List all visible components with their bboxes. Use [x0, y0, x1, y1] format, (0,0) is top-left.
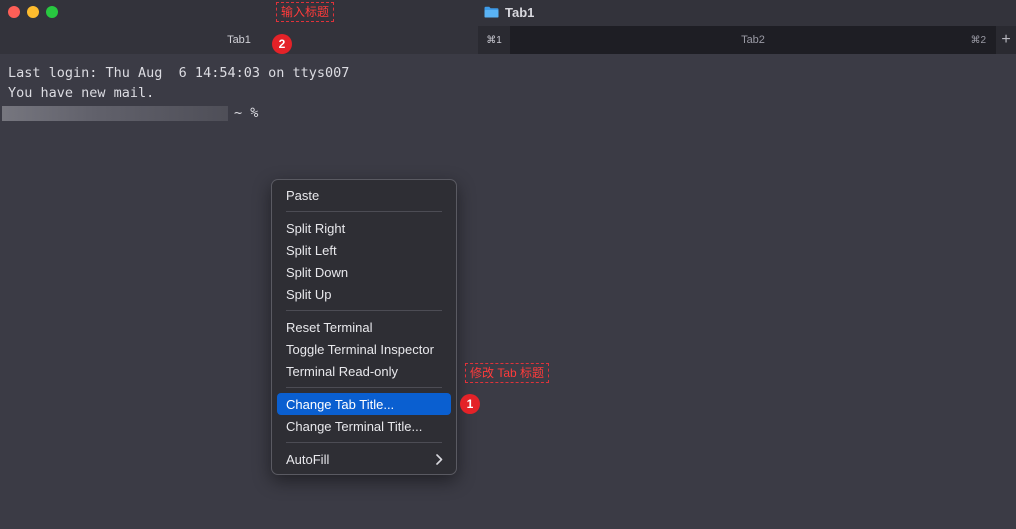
terminal-line: Last login: Thu Aug 6 14:54:03 on ttys00…: [8, 65, 350, 81]
prompt-suffix: ~ %: [234, 105, 259, 121]
terminal-output[interactable]: Last login: Thu Aug 6 14:54:03 on ttys00…: [2, 63, 608, 123]
folder-icon: [484, 6, 499, 18]
title-bar: Tab1 Tab1 ⌘1 Tab2 ⌘2 +: [0, 0, 1016, 54]
menu-separator: [286, 442, 442, 443]
tab-tab2-shortcut: ⌘2: [970, 34, 986, 46]
menu-item-terminal-read-only[interactable]: Terminal Read-only: [277, 360, 451, 382]
zoom-window-button[interactable]: [46, 6, 58, 18]
menu-item-split-down[interactable]: Split Down: [277, 261, 451, 283]
annotation-change-tab-title: 修改 Tab 标题: [465, 363, 550, 383]
close-window-button[interactable]: [8, 6, 20, 18]
context-menu: Paste Split Right Split Left Split Down …: [271, 179, 457, 475]
menu-item-change-terminal-title[interactable]: Change Terminal Title...: [277, 415, 451, 437]
tab-tab1-shortcut: ⌘1: [478, 26, 510, 54]
menu-item-reset-terminal[interactable]: Reset Terminal: [277, 316, 451, 338]
menu-item-paste[interactable]: Paste: [277, 184, 451, 206]
menu-item-split-up[interactable]: Split Up: [277, 283, 451, 305]
redacted-hostname: [2, 105, 228, 121]
menu-separator: [286, 310, 442, 311]
tab-tab2[interactable]: Tab2 ⌘2: [510, 26, 996, 54]
terminal-line: You have new mail.: [8, 85, 155, 101]
menu-item-split-right[interactable]: Split Right: [277, 217, 451, 239]
menu-separator: [286, 387, 442, 388]
new-tab-button[interactable]: +: [996, 26, 1016, 54]
menu-separator: [286, 211, 442, 212]
menu-item-change-tab-title[interactable]: Change Tab Title...: [277, 393, 451, 415]
tab-tab2-label: Tab2: [741, 34, 765, 46]
menu-item-toggle-terminal-inspector[interactable]: Toggle Terminal Inspector: [277, 338, 451, 360]
terminal-prompt: ~ %: [2, 103, 608, 123]
tab-bar: Tab1 ⌘1 Tab2 ⌘2 +: [0, 26, 1016, 54]
chevron-right-icon: [436, 448, 443, 470]
menu-item-autofill[interactable]: AutoFill: [277, 448, 451, 470]
window-title: Tab1: [484, 4, 534, 20]
annotation-step-2: 2: [272, 34, 292, 54]
menu-item-split-left[interactable]: Split Left: [277, 239, 451, 261]
menu-item-autofill-label: AutoFill: [286, 451, 330, 467]
annotation-enter-title: 输入标题: [276, 2, 335, 22]
annotation-step-1: 1: [460, 394, 480, 414]
window-title-text: Tab1: [505, 4, 535, 20]
tab-tab1[interactable]: Tab1: [0, 26, 478, 54]
minimize-window-button[interactable]: [27, 6, 39, 18]
tab-tab1-label: Tab1: [227, 34, 251, 46]
